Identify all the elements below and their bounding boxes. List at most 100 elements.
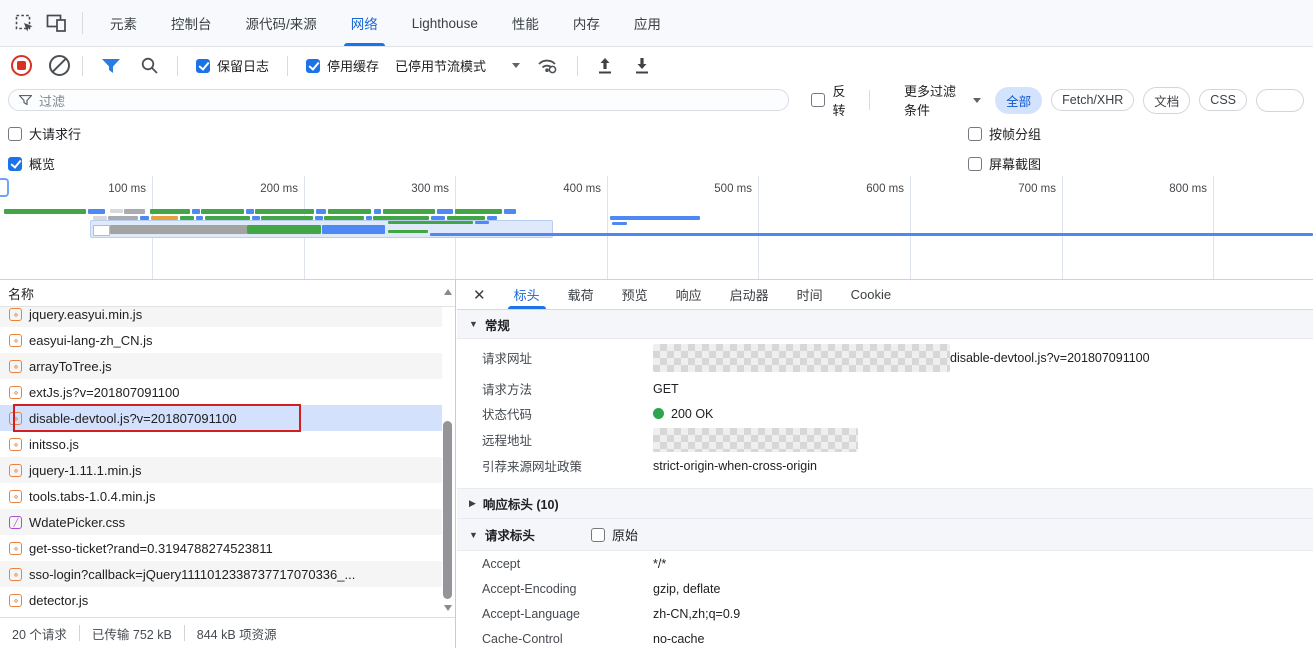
request-row-8[interactable]: ╱WdatePicker.css [0,509,442,535]
record-button[interactable] [11,55,32,76]
filter-pill-3[interactable]: CSS [1199,89,1247,111]
network-conditions-icon[interactable] [536,57,558,74]
request-row-6[interactable]: ‹›jquery-1.11.1.min.js [0,457,442,483]
invert-checkbox[interactable]: 反转 [811,84,849,116]
checkbox-unchecked[interactable] [811,93,825,107]
header-label: Accept-Encoding [482,582,653,596]
screenshots-label: 屏幕截图 [989,154,1041,173]
details-tab-4[interactable]: 启动器 [716,280,783,309]
main-tab-4[interactable]: Lighthouse [395,0,495,46]
raw-headers-checkbox[interactable]: 原始 [591,525,638,544]
waterfall-bar [612,222,627,225]
waterfall-bar [328,209,371,214]
network-main: 名称 ‹›jquery.easyui.min.js‹›easyui-lang-z… [0,280,1313,648]
request-headers-section-header[interactable]: ▼ 请求标头 原始 [457,519,1313,551]
timeline-overview[interactable]: 100 ms200 ms300 ms400 ms500 ms600 ms700 … [0,176,1313,280]
request-name: tools.tabs-1.0.4.min.js [29,489,155,504]
main-tab-3[interactable]: 网络 [334,0,395,46]
filter-pill-4[interactable] [1256,89,1304,112]
waterfall-bar [150,209,190,214]
header-value [653,428,858,452]
scrollbar[interactable] [441,283,454,617]
main-tab-2[interactable]: 源代码/来源 [229,0,334,46]
details-tab-0[interactable]: 标头 [500,280,554,309]
name-column-header[interactable]: 名称 [0,280,455,307]
script-file-icon: ‹› [9,568,22,581]
waterfall-bar [151,216,178,220]
throttling-value: 已停用节流模式 [395,56,486,75]
checkbox-checked[interactable] [8,157,22,171]
checkbox-unchecked[interactable] [968,157,982,171]
general-section-header[interactable]: ▼ 常规 [457,310,1313,339]
request-row-3[interactable]: ‹›extJs.js?v=201807091100 [0,379,442,405]
value-text: strict-origin-when-cross-origin [653,459,817,473]
main-tab-7[interactable]: 应用 [617,0,678,46]
checkbox-unchecked[interactable] [968,127,982,141]
request-row-5[interactable]: ‹›initsso.js [0,431,442,457]
request-row-11[interactable]: ‹›detector.js [0,587,442,613]
waterfall-bar [388,230,428,233]
request-row-4[interactable]: ‹›disable-devtool.js?v=201807091100 [0,405,442,431]
transferred-size: 已传输 752 kB [92,624,172,643]
clear-button[interactable] [49,55,70,76]
details-tab-1[interactable]: 载荷 [554,280,608,309]
import-har-icon[interactable] [597,57,613,75]
main-tab-0[interactable]: 元素 [93,0,154,46]
header-label: Accept-Language [482,607,653,621]
waterfall-bar [93,225,110,236]
device-toolbar-icon[interactable] [46,13,66,33]
main-tab-6[interactable]: 内存 [556,0,617,46]
screenshots-checkbox[interactable]: 屏幕截图 [968,154,1041,173]
checkbox-checked[interactable] [306,59,320,73]
throttling-select[interactable]: 已停用节流模式 [395,56,520,75]
main-tab-5[interactable]: 性能 [495,0,556,46]
filter-toggle-icon[interactable] [102,59,120,73]
filter-pill-2[interactable]: 文档 [1143,87,1190,114]
details-tab-6[interactable]: Cookie [837,280,905,309]
inspect-element-icon[interactable] [14,13,34,33]
tick-label: 100 ms [76,183,146,195]
timeline-handle[interactable] [0,178,9,197]
waterfall-bar [252,216,260,220]
request-row-7[interactable]: ‹›tools.tabs-1.0.4.min.js [0,483,442,509]
triangle-right-icon: ▶ [469,498,476,509]
group-by-frame-checkbox[interactable]: 按帧分组 [968,124,1041,143]
details-tab-2[interactable]: 预览 [608,280,662,309]
disable-cache-label: 停用缓存 [327,56,379,75]
waterfall-bar [487,216,497,220]
response-headers-section-header[interactable]: ▶ 响应标头 (10) [457,488,1313,519]
request-row-10[interactable]: ‹›sso-login?callback=jQuery1111012338737… [0,561,442,587]
more-filters-dropdown[interactable]: 更多过滤条件 [904,84,981,116]
request-row-0[interactable]: ‹›jquery.easyui.min.js [0,307,442,327]
details-tab-5[interactable]: 时间 [783,280,837,309]
big-request-rows-checkbox[interactable]: 大请求行 [8,124,81,143]
disable-cache-checkbox[interactable]: 停用缓存 [306,56,379,75]
request-name: get-sso-ticket?rand=0.3194788274523811 [29,541,273,556]
details-tab-3[interactable]: 响应 [662,280,716,309]
redacted-block [653,344,950,372]
scroll-up-icon[interactable] [444,289,452,295]
details-tab-strip: ✕ 标头载荷预览响应启动器时间Cookie [457,280,1313,310]
export-har-icon[interactable] [634,57,650,75]
checkbox-unchecked[interactable] [591,528,605,542]
funnel-icon [19,95,32,105]
search-icon[interactable] [141,57,158,74]
overview-checkbox[interactable]: 概览 [8,154,55,173]
scrollbar-thumb[interactable] [443,421,452,599]
general-title: 常规 [485,315,510,334]
checkbox-checked[interactable] [196,59,210,73]
filter-pill-0[interactable]: 全部 [995,87,1042,114]
general-row-1: 请求方法GET [457,376,1313,401]
script-file-icon: ‹› [9,412,22,425]
scroll-down-icon[interactable] [444,605,452,611]
request-row-9[interactable]: ‹›get-sso-ticket?rand=0.3194788274523811 [0,535,442,561]
close-icon[interactable]: ✕ [473,286,486,304]
main-tab-1[interactable]: 控制台 [154,0,229,46]
filter-input[interactable]: 过滤 [8,89,789,111]
preserve-log-checkbox[interactable]: 保留日志 [196,56,269,75]
filter-pill-1[interactable]: Fetch/XHR [1051,89,1134,111]
request-row-2[interactable]: ‹›arrayToTree.js [0,353,442,379]
redacted-block [653,428,858,452]
request-row-1[interactable]: ‹›easyui-lang-zh_CN.js [0,327,442,353]
checkbox-unchecked[interactable] [8,127,22,141]
